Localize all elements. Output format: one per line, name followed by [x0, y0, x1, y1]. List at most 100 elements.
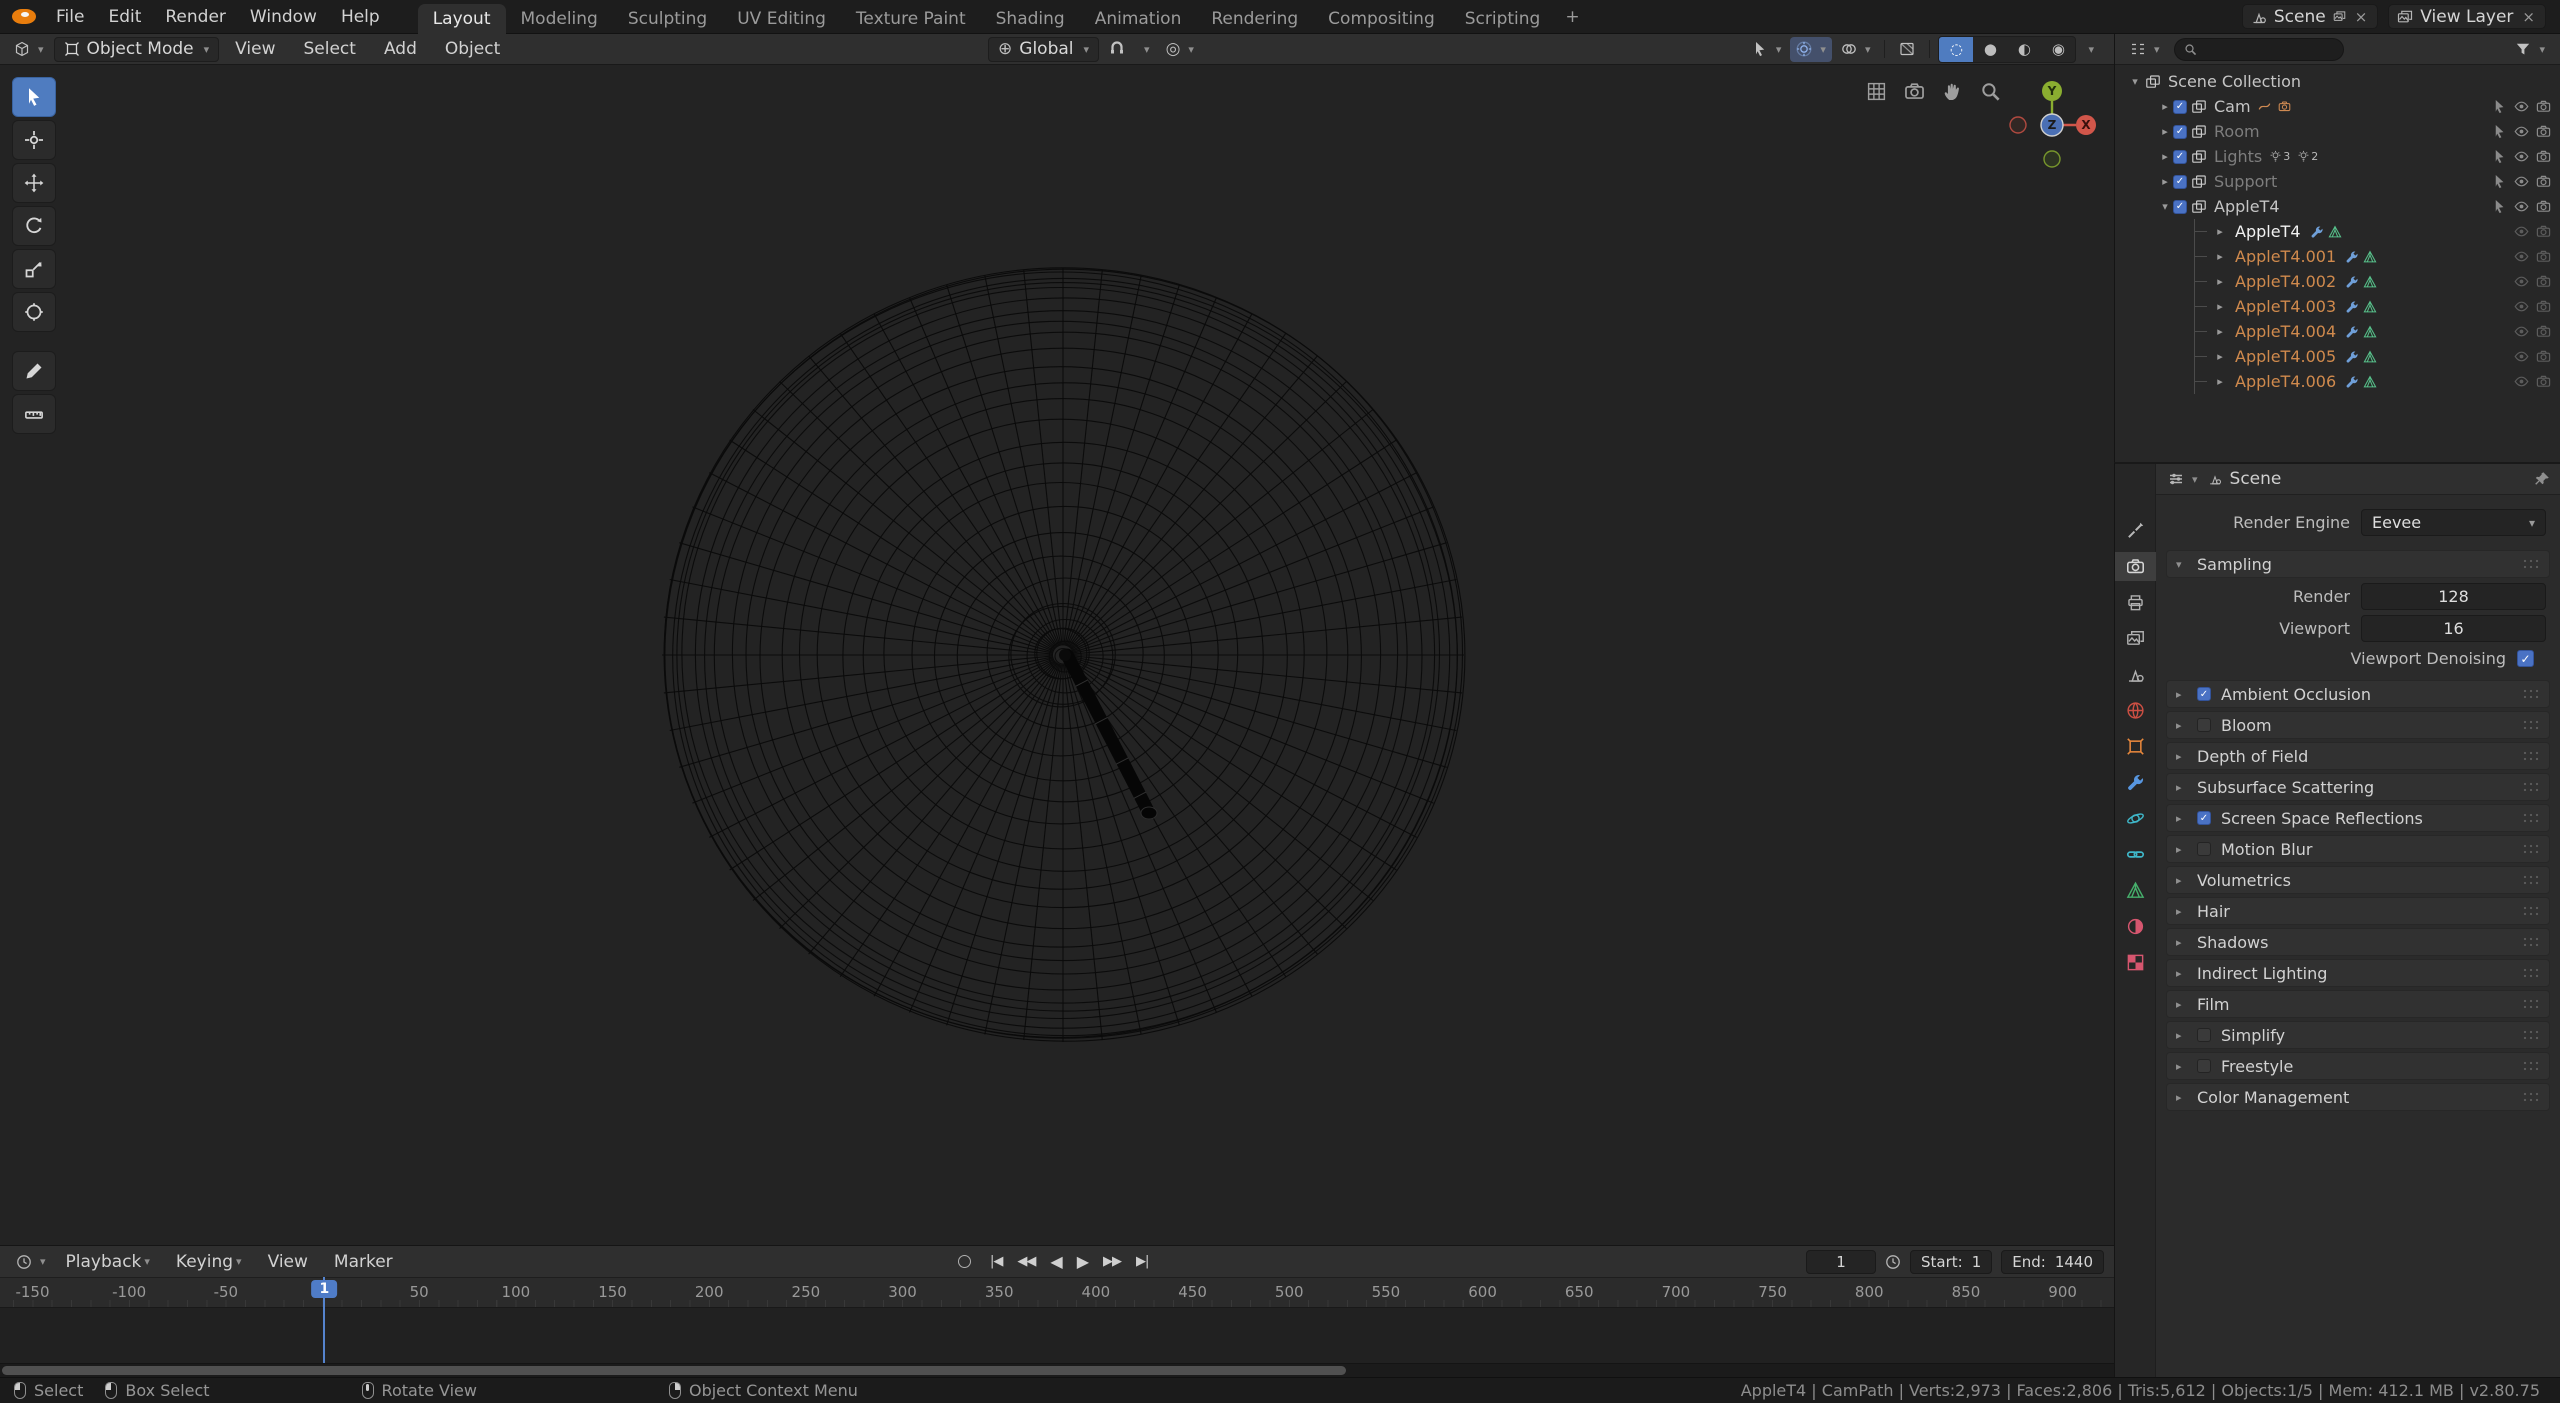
properties-tab-material[interactable]	[2115, 912, 2156, 941]
pin-icon[interactable]	[2534, 471, 2550, 487]
tool-cursor-button[interactable]	[12, 120, 56, 160]
section-checkbox[interactable]	[2197, 687, 2211, 701]
tool-transform-button[interactable]	[12, 292, 56, 332]
collection-checkbox[interactable]	[2173, 100, 2187, 114]
tool-annotate-button[interactable]	[12, 351, 56, 391]
workspace-tab-uv-editing[interactable]: UV Editing	[722, 4, 841, 34]
expand-icon[interactable]: ▸	[2157, 100, 2173, 113]
panel-section-indirect-lighting[interactable]: ▸Indirect Lighting	[2166, 959, 2550, 987]
drag-handle-icon[interactable]	[2522, 874, 2540, 886]
object-type-visibility-dropdown[interactable]	[1746, 37, 1788, 62]
timeline-scrollbar[interactable]	[0, 1363, 2114, 1377]
menu-view[interactable]: View	[223, 32, 287, 66]
gizmos-toggle[interactable]	[1790, 37, 1832, 62]
panel-section-bloom[interactable]: ▸Bloom	[2166, 711, 2550, 739]
add-workspace-button[interactable]: +	[1555, 7, 1589, 27]
menu-object[interactable]: Object	[433, 32, 512, 66]
camera-view-icon[interactable]	[1904, 81, 1925, 102]
drag-handle-icon[interactable]	[2522, 719, 2540, 731]
expand-icon[interactable]: ▸	[2212, 350, 2228, 363]
snap-settings-dropdown[interactable]	[1135, 37, 1156, 62]
panel-section-ambient-occlusion[interactable]: ▸Ambient Occlusion	[2166, 680, 2550, 708]
shading-wireframe-button[interactable]: ◌	[1939, 37, 1973, 62]
zoom-icon[interactable]	[1980, 81, 2001, 102]
workspace-tab-texture-paint[interactable]: Texture Paint	[841, 4, 981, 34]
drag-handle-icon[interactable]	[2522, 936, 2540, 948]
overlays-toggle[interactable]	[1835, 37, 1877, 62]
menu-playback[interactable]: Playback	[54, 1245, 162, 1279]
outliner-row-applet4-004[interactable]: ▸AppleT4.004	[2115, 319, 2560, 344]
drag-handle-icon[interactable]	[2522, 688, 2540, 700]
drag-handle-icon[interactable]	[2522, 1060, 2540, 1072]
grid-ortho-icon[interactable]	[1866, 81, 1887, 102]
timeline-tracks[interactable]	[0, 1307, 2114, 1363]
prev-keyframe-button[interactable]: ◀◀	[1011, 1252, 1041, 1271]
properties-tab-output[interactable]	[2115, 588, 2156, 617]
expand-icon[interactable]: ▸	[2212, 325, 2228, 338]
outliner-row-applet4-001[interactable]: ▸AppleT4.001	[2115, 244, 2560, 269]
outliner-row-cam[interactable]: ▸Cam	[2115, 94, 2560, 119]
panel-section-freestyle[interactable]: ▸Freestyle	[2166, 1052, 2550, 1080]
shading-settings-dropdown[interactable]	[2079, 37, 2100, 62]
expand-icon[interactable]: ▸	[2157, 150, 2173, 163]
workspace-tab-layout[interactable]: Layout	[418, 4, 506, 34]
tool-rotate-button[interactable]	[12, 206, 56, 246]
expand-icon[interactable]: ▸	[2212, 250, 2228, 263]
expand-icon[interactable]: ▸	[2212, 225, 2228, 238]
properties-tab-tool[interactable]	[2115, 516, 2156, 545]
pan-hand-icon[interactable]	[1942, 81, 1963, 102]
outliner-row-applet4-003[interactable]: ▸AppleT4.003	[2115, 294, 2560, 319]
outliner-row-applet4-005[interactable]: ▸AppleT4.005	[2115, 344, 2560, 369]
section-checkbox[interactable]	[2197, 1028, 2211, 1042]
expand-icon[interactable]: ▸	[2212, 375, 2228, 388]
filter-dropdown[interactable]	[2509, 37, 2551, 62]
collection-checkbox[interactable]	[2173, 150, 2187, 164]
drag-handle-icon[interactable]	[2522, 905, 2540, 917]
outliner-search[interactable]	[2174, 38, 2344, 61]
menu-view[interactable]: View	[256, 1245, 320, 1279]
current-frame-field[interactable]: 1	[1806, 1250, 1876, 1274]
workspace-tab-sculpting[interactable]: Sculpting	[613, 4, 722, 34]
workspace-tab-compositing[interactable]: Compositing	[1313, 4, 1450, 34]
navigation-gizmo[interactable]: Z Y X	[2002, 75, 2102, 175]
scene-selector[interactable]: Scene ×	[2242, 4, 2378, 29]
properties-tab-scene[interactable]	[2115, 660, 2156, 689]
outliner-row-applet4-006[interactable]: ▸AppleT4.006	[2115, 369, 2560, 394]
drag-handle-icon[interactable]	[2522, 998, 2540, 1010]
expand-icon[interactable]: ▸	[2157, 175, 2173, 188]
menu-help[interactable]: Help	[329, 0, 392, 34]
collection-checkbox[interactable]	[2173, 200, 2187, 214]
workspace-tab-shading[interactable]: Shading	[981, 4, 1080, 34]
scrollbar-handle[interactable]	[2, 1366, 1346, 1375]
drag-handle-icon[interactable]	[2522, 1091, 2540, 1103]
panel-section-motion-blur[interactable]: ▸Motion Blur	[2166, 835, 2550, 863]
panel-section-color-management[interactable]: ▸Color Management	[2166, 1083, 2550, 1111]
shading-solid-button[interactable]: ●	[1973, 37, 2007, 62]
properties-tab-constraints[interactable]	[2115, 840, 2156, 869]
outliner-row-applet4-002[interactable]: ▸AppleT4.002	[2115, 269, 2560, 294]
transform-orientation-dropdown[interactable]: ⊕ Global	[988, 37, 1099, 62]
proportional-editing-dropdown[interactable]: ◎	[1160, 37, 1200, 62]
section-checkbox[interactable]	[2197, 718, 2211, 732]
outliner-row-applet4[interactable]: ▾AppleT4	[2115, 194, 2560, 219]
menu-render[interactable]: Render	[153, 0, 238, 34]
outliner-row-scene-collection[interactable]: ▾Scene Collection	[2115, 69, 2560, 94]
xray-toggle[interactable]	[1893, 37, 1921, 62]
viewport-3d[interactable]: Z Y X	[0, 65, 2114, 1245]
panel-section-subsurface-scattering[interactable]: ▸Subsurface Scattering	[2166, 773, 2550, 801]
drag-handle-icon[interactable]	[2522, 843, 2540, 855]
properties-tab-modifiers[interactable]	[2115, 768, 2156, 797]
drag-handle-icon[interactable]	[2522, 781, 2540, 793]
drag-handle-icon[interactable]	[2522, 558, 2540, 570]
menu-file[interactable]: File	[44, 0, 96, 34]
section-checkbox[interactable]	[2197, 1059, 2211, 1073]
panel-section-volumetrics[interactable]: ▸Volumetrics	[2166, 866, 2550, 894]
workspace-tab-scripting[interactable]: Scripting	[1450, 4, 1556, 34]
panel-section-screen-space-reflections[interactable]: ▸Screen Space Reflections	[2166, 804, 2550, 832]
search-input[interactable]	[2203, 40, 2334, 58]
menu-add[interactable]: Add	[372, 32, 429, 66]
blender-logo-icon[interactable]	[12, 9, 36, 24]
editor-type-dropdown[interactable]	[2166, 467, 2200, 492]
sampling-viewport-field[interactable]: 16	[2361, 615, 2546, 642]
workspace-tab-modeling[interactable]: Modeling	[506, 4, 613, 34]
